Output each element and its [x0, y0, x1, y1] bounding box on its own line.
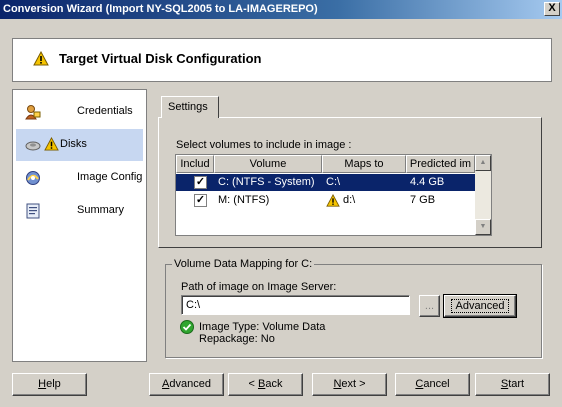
table-row[interactable]: ✓ M: (NTFS) d:\ 7 GB: [176, 192, 475, 209]
volumes-table: Includ Volume Maps to Predicted im ✓ C: …: [175, 154, 492, 236]
back-rest: ack: [265, 378, 283, 390]
wizard-steps-sidebar: Credentials Disks Image Config Summary: [12, 89, 147, 362]
next-button[interactable]: Next >: [312, 373, 387, 396]
sidebar-item-label: Disks: [60, 138, 87, 150]
advanced-label: Advanced: [450, 299, 510, 313]
scroll-down-button[interactable]: ▼: [475, 219, 491, 235]
help-button[interactable]: Help: [12, 373, 87, 396]
settings-panel: Select volumes to include in image : Inc…: [158, 117, 542, 248]
predicted-size-cell: 7 GB: [410, 194, 436, 206]
credentials-icon: [25, 105, 41, 120]
sidebar-item-label: Summary: [77, 204, 125, 216]
advanced-button[interactable]: Advanced: [149, 373, 224, 396]
close-button[interactable]: X: [544, 2, 560, 16]
help-mnemonic: H: [38, 378, 47, 390]
sidebar-item-label: Credentials: [77, 105, 133, 117]
vertical-scrollbar[interactable]: ▲ ▼: [475, 155, 491, 235]
sidebar-item-summary[interactable]: Summary: [16, 195, 143, 227]
sidebar-item-disks[interactable]: Disks: [16, 129, 143, 161]
help-rest: elp: [46, 378, 61, 390]
group-legend: Volume Data Mapping for C:: [172, 258, 315, 271]
predicted-size-cell: 4.4 GB: [410, 176, 445, 188]
include-checkbox[interactable]: ✓: [194, 194, 207, 207]
advanced-rest: dvanced: [169, 378, 211, 390]
window-title: Conversion Wizard (Import NY-SQL2005 to …: [3, 3, 318, 15]
window-titlebar: Conversion Wizard (Import NY-SQL2005 to …: [0, 0, 562, 19]
path-label: Path of image on Image Server:: [181, 281, 337, 293]
disk-icon: [25, 141, 41, 151]
wizard-header: Target Virtual Disk Configuration: [12, 38, 552, 82]
maps-to-cell: d:\: [343, 194, 356, 206]
table-row[interactable]: ✓ C: (NTFS - System) C:\ 4.4 GB: [176, 174, 475, 191]
browse-button[interactable]: ...: [419, 295, 440, 317]
column-header-include[interactable]: Includ: [176, 155, 214, 173]
start-rest: tart: [508, 378, 525, 390]
advanced-mapping-button[interactable]: Advanced: [443, 294, 517, 318]
warning-icon: [33, 51, 49, 66]
column-header-maps-to[interactable]: Maps to: [322, 155, 406, 173]
include-checkbox[interactable]: ✓: [194, 176, 207, 189]
scroll-up-button[interactable]: ▲: [475, 155, 491, 171]
tab-settings[interactable]: Settings: [161, 96, 219, 118]
cancel-rest: ancel: [423, 378, 450, 390]
maps-to-cell: C:\: [326, 176, 341, 188]
cancel-button[interactable]: Cancel: [395, 373, 470, 396]
column-header-predicted[interactable]: Predicted im: [406, 155, 475, 173]
warning-icon: [326, 194, 340, 207]
select-volumes-label: Select volumes to include in image :: [176, 139, 352, 151]
page-title: Target Virtual Disk Configuration: [59, 51, 262, 66]
column-header-volume[interactable]: Volume: [214, 155, 322, 173]
repackage-text: Repackage: No: [199, 333, 275, 345]
ok-check-icon: [180, 320, 194, 334]
start-button[interactable]: Start: [475, 373, 550, 396]
sidebar-item-image-config[interactable]: Image Config: [16, 162, 143, 194]
back-button[interactable]: < Back: [228, 373, 303, 396]
summary-icon: [26, 203, 40, 219]
sidebar-item-label: Image Config: [77, 171, 143, 183]
image-type-text: Image Type: Volume Data: [199, 321, 326, 333]
image-config-icon: [26, 171, 40, 185]
volume-cell: C: (NTFS - System): [218, 176, 315, 188]
back-pre: <: [248, 378, 258, 390]
sidebar-item-credentials[interactable]: Credentials: [16, 96, 143, 128]
volume-mapping-group: Volume Data Mapping for C: Path of image…: [165, 258, 542, 358]
volume-cell: M: (NTFS): [218, 194, 270, 206]
path-input[interactable]: [181, 295, 410, 315]
next-rest: ext >: [341, 378, 366, 390]
warning-icon: [44, 137, 59, 151]
